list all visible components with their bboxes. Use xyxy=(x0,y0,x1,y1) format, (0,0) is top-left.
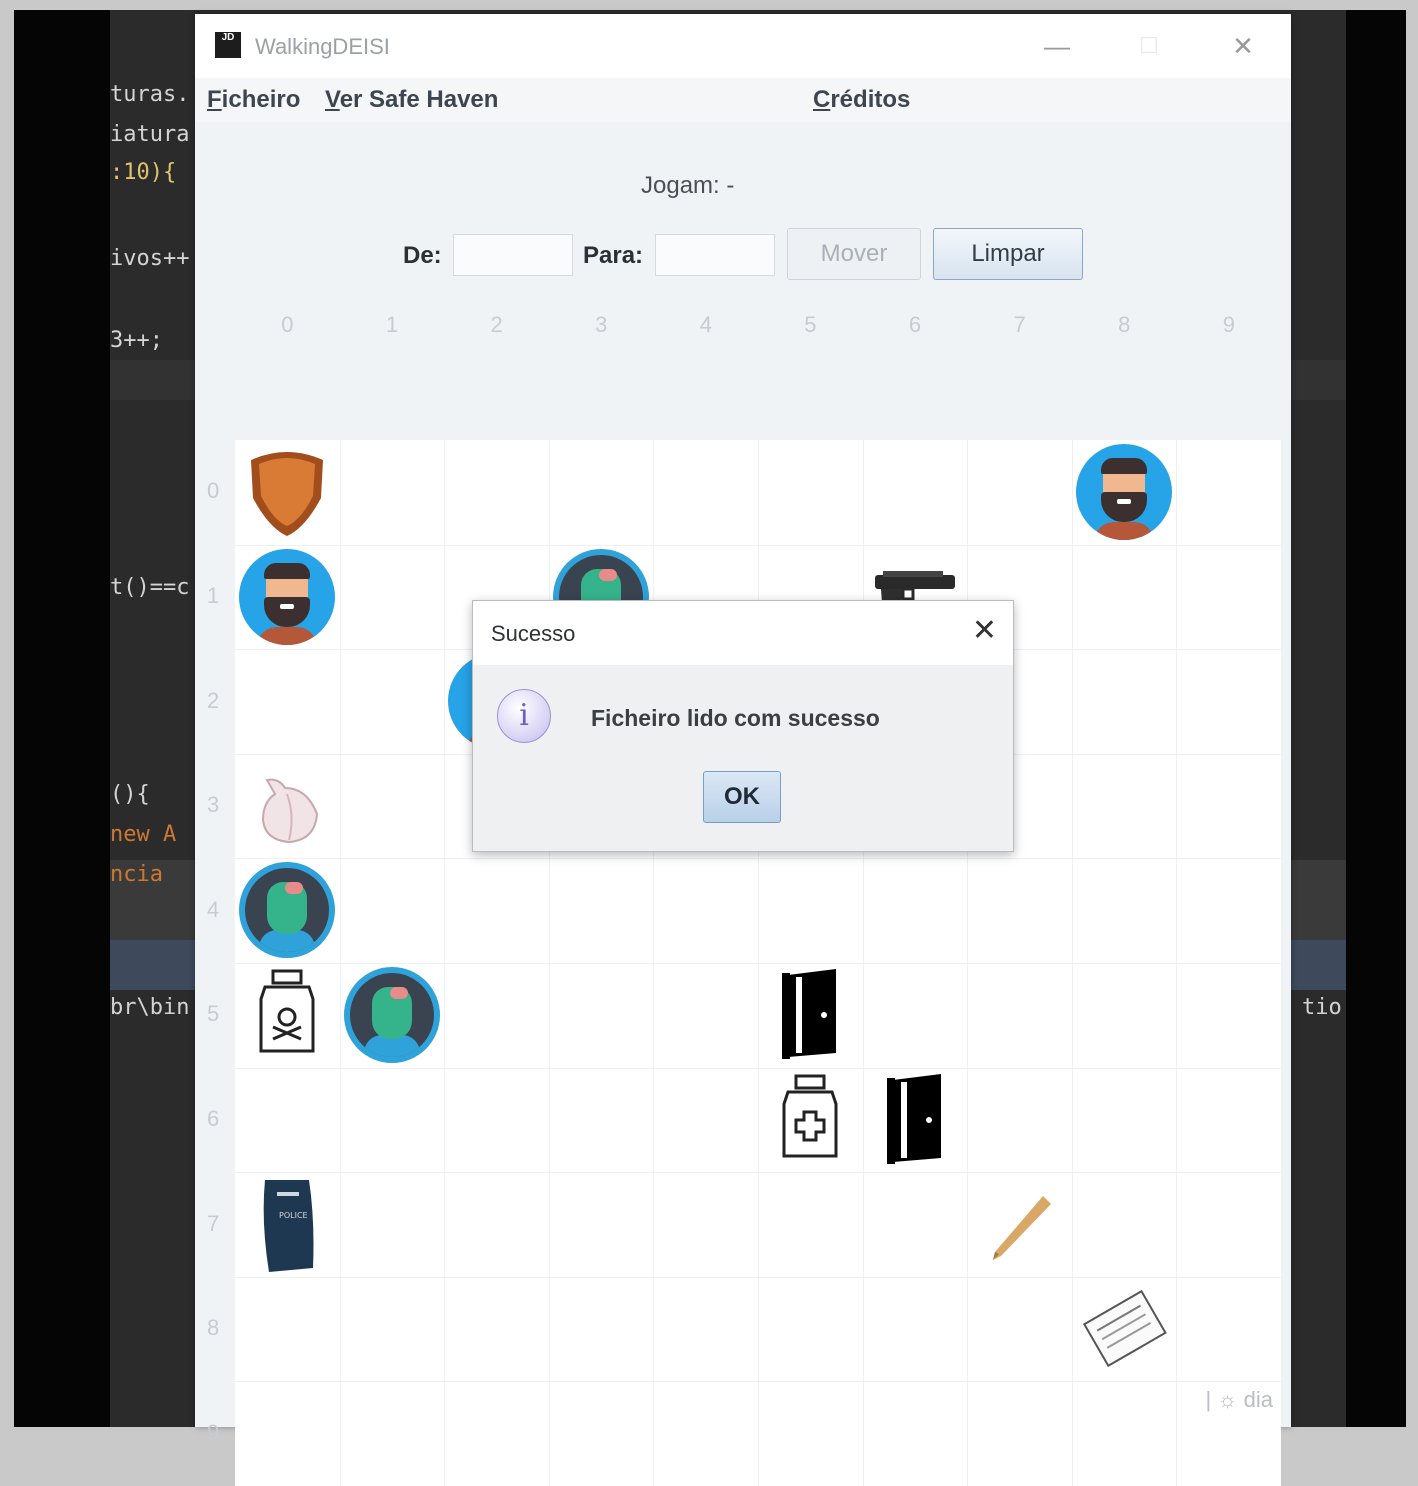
wooden-stake-icon[interactable] xyxy=(967,1172,1071,1276)
background-code-line: ivos++ xyxy=(110,246,190,271)
grid-line xyxy=(1176,440,1178,1486)
background-code-line: t()==c xyxy=(110,575,190,600)
info-icon: i xyxy=(497,689,551,743)
dialog-close-button[interactable]: ✕ xyxy=(972,613,997,648)
human-avatar-icon[interactable] xyxy=(1072,440,1176,544)
game-board[interactable]: POLICE xyxy=(235,440,1281,1486)
background-code-line: :10){ xyxy=(110,160,177,185)
column-label: 2 xyxy=(490,312,503,337)
column-label: 6 xyxy=(908,312,922,337)
zombie-avatar-icon[interactable] xyxy=(235,858,339,962)
de-input[interactable] xyxy=(453,234,573,276)
para-input[interactable] xyxy=(655,234,775,276)
row-label: 2 xyxy=(207,687,220,713)
door-icon[interactable] xyxy=(758,963,862,1067)
column-label: 1 xyxy=(385,312,399,337)
menu-bar: Ficheiro Ver Safe Haven Créditos xyxy=(195,78,1291,123)
human-avatar-icon[interactable] xyxy=(235,545,339,649)
close-button[interactable]: ✕ xyxy=(1223,26,1263,66)
column-label: 7 xyxy=(1013,312,1026,337)
row-label: 8 xyxy=(207,1315,220,1341)
newspaper-icon[interactable] xyxy=(1072,1277,1176,1381)
de-label: De: xyxy=(403,242,442,269)
app-icon: JD xyxy=(215,32,241,58)
maximize-button[interactable]: ☐ xyxy=(1129,26,1169,66)
row-label: 1 xyxy=(207,582,220,608)
menu-ficheiro[interactable]: Ficheiro xyxy=(207,86,300,114)
menu-label: réditos xyxy=(830,86,911,113)
background-code-line: 3++; xyxy=(110,328,163,353)
column-label: 8 xyxy=(1118,312,1131,337)
row-label: 5 xyxy=(207,1001,220,1027)
background-code-line: new A xyxy=(110,822,177,847)
background-code-line: iatura xyxy=(110,122,190,147)
window-title: WalkingDEISI xyxy=(255,34,390,59)
row-label: 0 xyxy=(207,478,220,504)
door-icon[interactable] xyxy=(863,1068,967,1172)
zombie-avatar xyxy=(239,862,335,959)
background-code-line: (){ xyxy=(110,782,150,807)
limpar-button[interactable]: Limpar xyxy=(933,228,1083,280)
row-label: 4 xyxy=(207,896,220,922)
dialog-title: Sucesso xyxy=(491,621,576,646)
menu-label: icheiro xyxy=(221,86,301,113)
human-avatar xyxy=(239,548,335,645)
row-label: 6 xyxy=(207,1105,220,1131)
menu-ver-safe-haven[interactable]: Ver Safe Haven xyxy=(325,86,498,114)
minimize-button[interactable]: — xyxy=(1037,26,1077,66)
row-label: 9 xyxy=(207,1419,220,1445)
human-avatar xyxy=(1075,444,1172,540)
grid-line xyxy=(235,1381,1281,1383)
menu-mnemonic: V xyxy=(325,86,340,113)
zombie-avatar xyxy=(343,967,440,1063)
grid-line xyxy=(967,440,969,1486)
day-night-status: | ☼ dia xyxy=(1205,1387,1273,1412)
zombie-avatar-icon[interactable] xyxy=(340,963,444,1067)
column-label: 0 xyxy=(281,312,294,337)
row-label: 3 xyxy=(207,792,220,818)
dialog-message: Ficheiro lido com sucesso xyxy=(591,705,880,731)
column-label: 9 xyxy=(1222,312,1235,337)
row-label: 7 xyxy=(207,1210,220,1236)
menu-mnemonic: C xyxy=(813,86,831,113)
menu-creditos[interactable]: Créditos xyxy=(813,86,910,114)
shield-icon[interactable] xyxy=(235,440,339,544)
background-code-line: tio xyxy=(1302,995,1342,1020)
title-bar: JD WalkingDEISI — ☐ ✕ xyxy=(195,14,1291,78)
background-code-line: br\bin xyxy=(110,995,190,1020)
svg-text:POLICE: POLICE xyxy=(279,1211,308,1220)
medicine-bottle-icon[interactable] xyxy=(758,1068,862,1172)
column-label: 5 xyxy=(804,312,817,337)
riot-shield-icon[interactable]: POLICE xyxy=(235,1172,339,1276)
garlic-icon[interactable] xyxy=(235,754,339,858)
background-code-line: ncia xyxy=(110,862,163,887)
menu-mnemonic: F xyxy=(207,86,222,113)
dialog-header: Sucesso ✕ xyxy=(473,601,1013,665)
current-player-label: Jogam: - xyxy=(641,172,735,199)
background-code-line: turas. xyxy=(110,82,190,107)
column-label: 3 xyxy=(595,312,608,337)
ok-button[interactable]: OK xyxy=(703,771,781,823)
para-label: Para: xyxy=(583,242,644,269)
grid-line xyxy=(235,1172,1281,1174)
poison-bottle-icon[interactable] xyxy=(235,963,339,1067)
column-label: 4 xyxy=(699,312,712,337)
menu-label: er Safe Haven xyxy=(339,86,499,113)
success-dialog: Sucesso ✕ i Ficheiro lido com sucesso OK xyxy=(472,600,1014,852)
mover-button[interactable]: Mover xyxy=(787,228,921,280)
